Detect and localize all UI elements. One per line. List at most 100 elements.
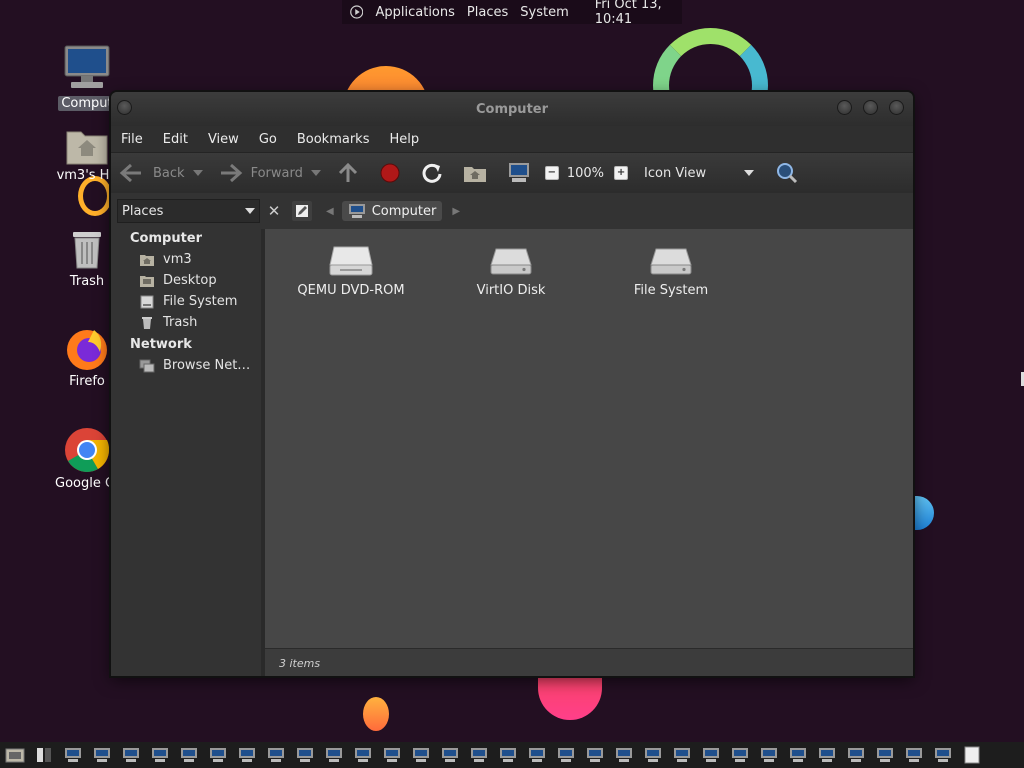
breadcrumb-right-arrow-icon[interactable]: ▶ <box>452 206 460 217</box>
taskbar-window-button[interactable] <box>725 742 754 768</box>
computer-icon <box>325 748 342 762</box>
computer-icon <box>731 748 748 762</box>
computer-icon <box>383 748 400 762</box>
computer-icon <box>64 748 81 762</box>
trash-icon <box>142 316 152 329</box>
desktop-folder-icon <box>140 275 154 287</box>
file-item-qemu-dvd-rom[interactable]: QEMU DVD-ROM <box>281 243 421 298</box>
reload-button[interactable] <box>421 162 443 184</box>
up-arrow-icon <box>338 162 357 182</box>
applications-menu[interactable]: Applications <box>369 5 460 20</box>
taskbar-window-button[interactable] <box>290 742 319 768</box>
sidebar-item-vm3[interactable]: vm3 <box>111 249 263 270</box>
menu-file[interactable]: File <box>111 132 153 147</box>
sidebar-section-network: Network <box>130 337 192 352</box>
file-view[interactable]: QEMU DVD-ROM VirtIO Disk File System <box>265 229 913 648</box>
menu-go[interactable]: Go <box>249 132 287 147</box>
taskbar-window-button[interactable] <box>145 742 174 768</box>
taskbar-window-button[interactable] <box>493 742 522 768</box>
forward-arrow-icon <box>220 163 242 183</box>
taskbar-window-button[interactable] <box>348 742 377 768</box>
taskbar-window-button[interactable] <box>261 742 290 768</box>
menu-help[interactable]: Help <box>379 132 429 147</box>
taskbar-window-button[interactable] <box>580 742 609 768</box>
back-history-dropdown-icon[interactable] <box>192 170 203 176</box>
zoom-in-button[interactable]: + <box>614 166 636 180</box>
sidebar-item-browse-network[interactable]: Browse Net… <box>111 355 263 376</box>
search-button[interactable] <box>776 162 798 184</box>
taskbar-window-button[interactable] <box>638 742 667 768</box>
computer-icon <box>441 748 458 762</box>
breadcrumb-left-arrow-icon[interactable]: ◀ <box>326 206 334 217</box>
computer-icon <box>818 748 835 762</box>
maximize-button[interactable] <box>863 100 878 115</box>
taskbar-window-button[interactable] <box>870 742 899 768</box>
sidebar-item-trash[interactable]: Trash <box>111 312 263 333</box>
forward-button[interactable]: Forward <box>219 163 321 183</box>
taskbar-window-button[interactable] <box>203 742 232 768</box>
taskbar-window-button[interactable] <box>551 742 580 768</box>
menu-bookmarks[interactable]: Bookmarks <box>287 132 380 147</box>
file-item-file-system[interactable]: File System <box>601 243 741 298</box>
file-item-virtio-disk[interactable]: VirtIO Disk <box>441 243 581 298</box>
toolbar: Back Forward − 100% + Icon View <box>111 152 913 194</box>
computer-icon <box>876 748 893 762</box>
taskbar-window-button[interactable] <box>609 742 638 768</box>
taskbar-window-button[interactable] <box>174 742 203 768</box>
minimize-button[interactable] <box>837 100 852 115</box>
taskbar-window-button[interactable] <box>377 742 406 768</box>
taskbar-window-button[interactable] <box>406 742 435 768</box>
zoom-out-button[interactable]: − <box>544 166 567 180</box>
close-button[interactable] <box>889 100 904 115</box>
toggle-location-entry-button[interactable] <box>292 201 312 221</box>
clock[interactable]: Fri Oct 13, 10:41 <box>589 0 682 27</box>
stop-button[interactable] <box>379 162 401 184</box>
computer-button[interactable] <box>507 162 531 184</box>
window-titlebar[interactable]: Computer <box>111 92 913 126</box>
taskbar-window-button[interactable] <box>116 742 145 768</box>
places-menu[interactable]: Places <box>461 5 514 20</box>
taskbar-window-button[interactable] <box>232 742 261 768</box>
taskbar-window-button[interactable] <box>667 742 696 768</box>
view-mode-select[interactable]: Icon View <box>644 166 755 181</box>
taskbar-window-button[interactable] <box>58 742 87 768</box>
taskbar-window-button[interactable] <box>899 742 928 768</box>
close-sidebar-button[interactable]: ✕ <box>264 201 284 221</box>
breadcrumb-computer[interactable]: Computer <box>341 201 443 221</box>
computer-icon <box>702 748 719 762</box>
zoom-out-icon: − <box>544 166 559 180</box>
home-folder-icon <box>140 254 154 266</box>
taskbar-window-button[interactable] <box>928 742 957 768</box>
up-button[interactable] <box>337 162 359 184</box>
computer-icon <box>847 748 864 762</box>
system-menu[interactable]: System <box>514 5 574 20</box>
forward-history-dropdown-icon[interactable] <box>310 170 321 176</box>
taskbar-window-button[interactable] <box>522 742 551 768</box>
workspace-pager[interactable] <box>29 742 58 768</box>
computer-icon <box>238 748 255 762</box>
menu-edit[interactable]: Edit <box>153 132 198 147</box>
taskbar-window-button[interactable] <box>435 742 464 768</box>
menu-view[interactable]: View <box>198 132 249 147</box>
taskbar-window-button[interactable] <box>783 742 812 768</box>
home-button[interactable] <box>463 163 487 183</box>
back-button[interactable]: Back <box>119 163 203 183</box>
taskbar-window-button[interactable] <box>87 742 116 768</box>
taskbar-window-button[interactable] <box>812 742 841 768</box>
computer-icon <box>528 748 545 762</box>
desktop-icon-label: Firefo <box>69 374 105 389</box>
workspace-switcher[interactable] <box>957 742 986 768</box>
sidebar-item-file-system[interactable]: File System <box>111 291 263 312</box>
taskbar-window-button[interactable] <box>754 742 783 768</box>
computer-icon <box>644 748 661 762</box>
sidebar-type-select[interactable]: Places <box>117 199 260 223</box>
back-label: Back <box>153 165 185 181</box>
sidebar-item-desktop[interactable]: Desktop <box>111 270 263 291</box>
taskbar-window-button[interactable] <box>464 742 493 768</box>
show-desktop-button[interactable] <box>0 742 29 768</box>
sidebar-item-label: Desktop <box>163 273 217 288</box>
window-menu-button[interactable] <box>117 100 132 115</box>
taskbar-window-button[interactable] <box>696 742 725 768</box>
taskbar-window-button[interactable] <box>319 742 348 768</box>
taskbar-window-button[interactable] <box>841 742 870 768</box>
